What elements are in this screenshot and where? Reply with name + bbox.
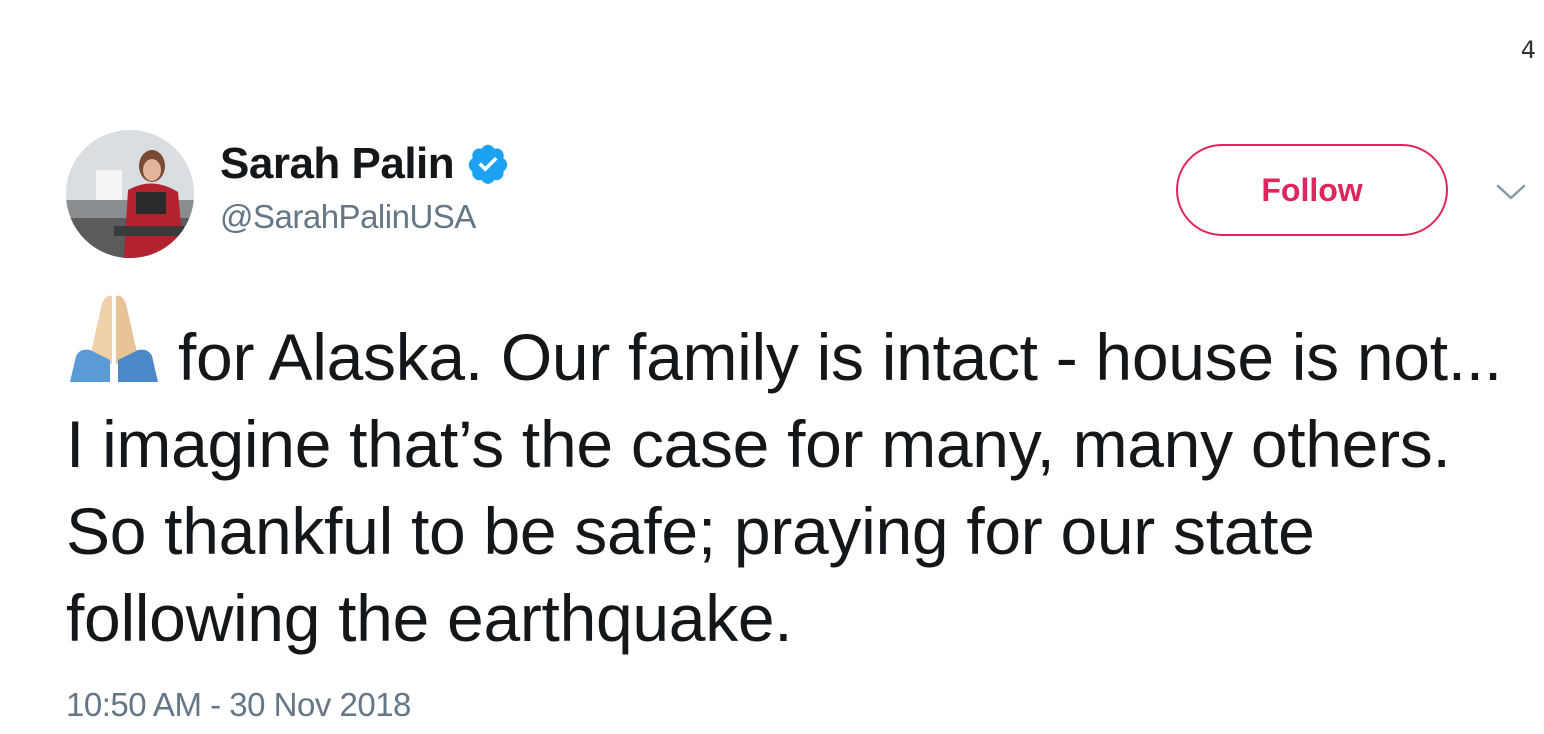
avatar[interactable] [66,130,194,258]
page-number: 4 [1520,36,1536,64]
avatar-photo [66,130,194,258]
user-handle[interactable]: @SarahPalinUSA [220,198,510,236]
chevron-down-icon[interactable] [1494,180,1528,204]
folded-hands-emoji-icon [66,290,162,386]
tweet-text: for Alaska. Our family is intact - house… [66,290,1526,662]
tweet-timestamp[interactable]: 10:50 AM - 30 Nov 2018 [66,686,1526,724]
tweet-header: Sarah Palin @SarahPalinUSA Follow [66,130,1526,260]
tweet-card: Sarah Palin @SarahPalinUSA Follow for Al… [66,130,1526,724]
verified-badge-icon [466,142,510,186]
tweet-body: for Alaska. Our family is intact - house… [66,320,1502,655]
follow-button[interactable]: Follow [1176,144,1448,236]
user-block: Sarah Palin @SarahPalinUSA [220,138,510,236]
display-name-row: Sarah Palin [220,138,510,190]
display-name[interactable]: Sarah Palin [220,139,455,189]
